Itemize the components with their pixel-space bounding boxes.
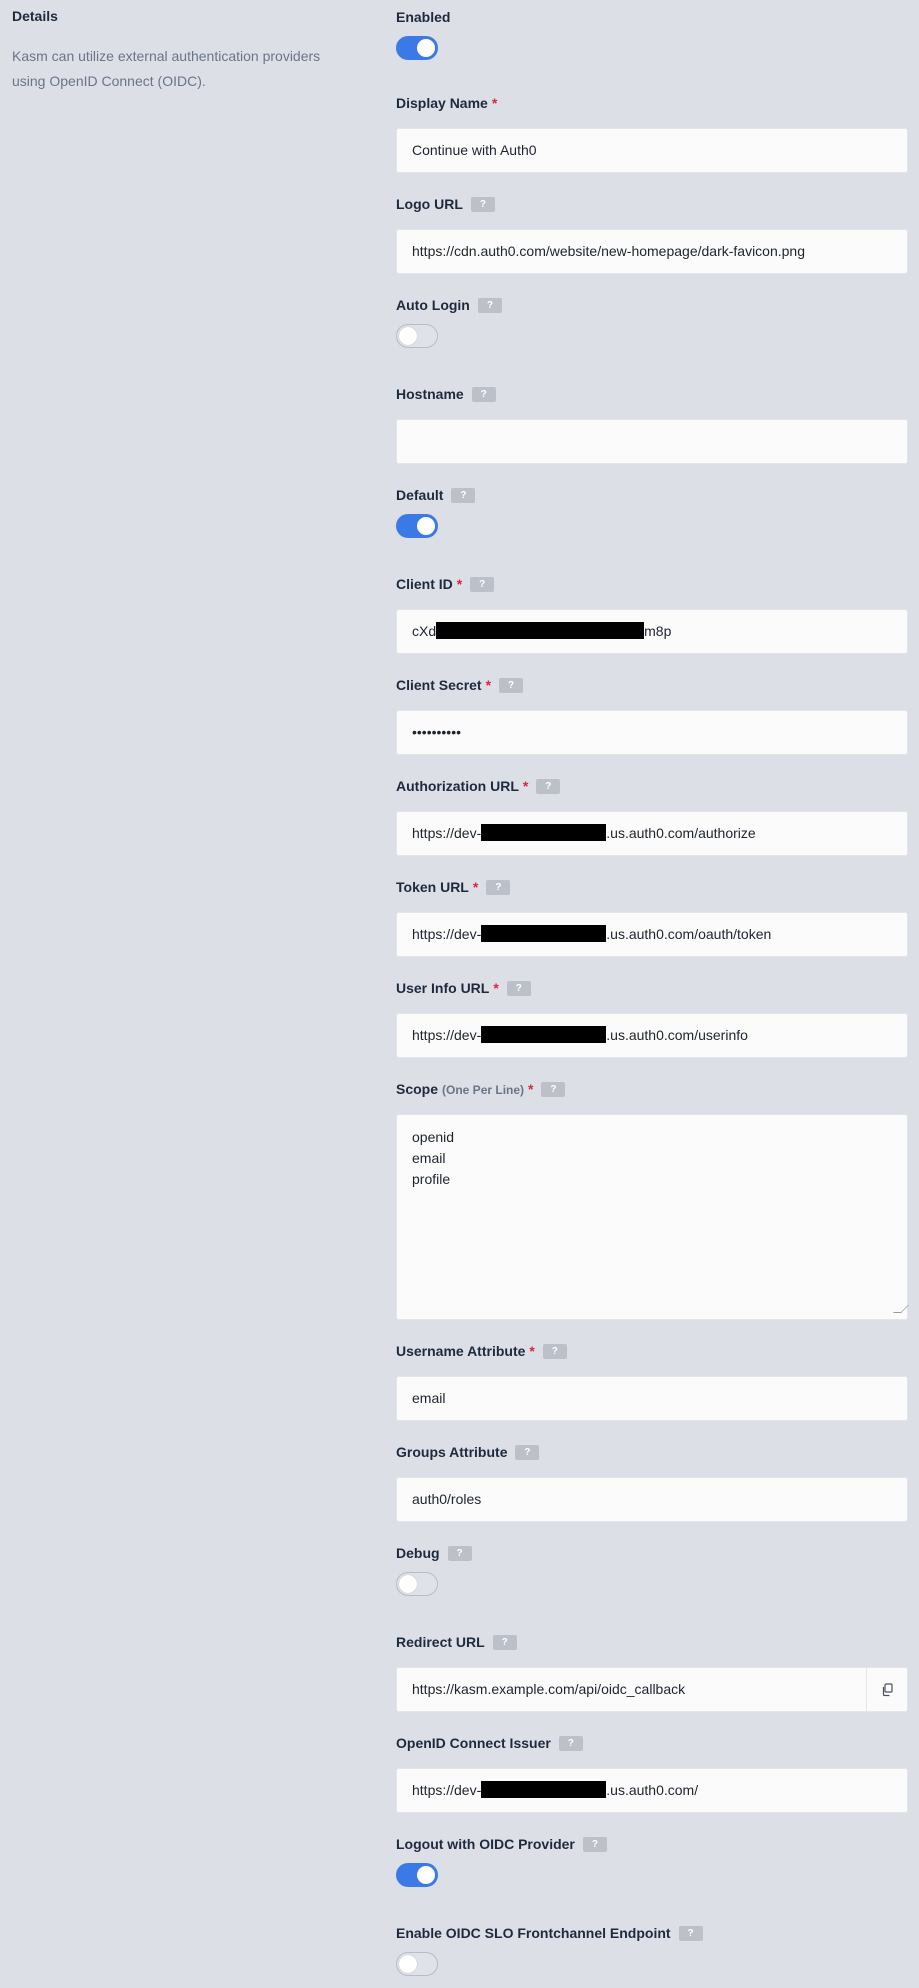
label-groups-attribute: Groups Attribute [396, 1444, 508, 1460]
help-badge[interactable]: ? [470, 576, 495, 592]
help-badge[interactable]: ? [541, 1081, 566, 1097]
label-client-secret: Client Secret [396, 677, 482, 693]
details-panel: Details Kasm can utilize external authen… [12, 8, 342, 94]
username-attribute-input[interactable]: email [396, 1376, 908, 1421]
field-username-attribute: Username Attribute * ? email [396, 1342, 908, 1421]
display-name-input[interactable]: Continue with Auth0 [396, 128, 908, 173]
label-hostname: Hostname [396, 386, 464, 402]
required-marker: * [472, 879, 479, 895]
groups-attribute-input[interactable]: auth0/roles [396, 1477, 908, 1522]
field-enabled: Enabled [396, 8, 908, 60]
hostname-input[interactable] [396, 419, 908, 464]
label-auto-login: Auto Login [396, 297, 470, 313]
label-scope: Scope (One Per Line) [396, 1081, 525, 1097]
help-badge[interactable]: ? [506, 980, 531, 996]
label-user-info-url: User Info URL [396, 980, 490, 996]
redacted-block [481, 1026, 607, 1043]
scope-line: openid [412, 1129, 455, 1145]
help-badge[interactable]: ? [515, 1444, 540, 1460]
field-logo-url: Logo URL ? https://cdn.auth0.com/website… [396, 195, 908, 274]
label-redirect-url: Redirect URL [396, 1634, 485, 1650]
scope-line: profile [412, 1171, 451, 1187]
field-hostname: Hostname ? [396, 385, 908, 464]
required-marker: * [456, 576, 463, 592]
required-marker: * [529, 1343, 535, 1359]
label-logout-oidc: Logout with OIDC Provider [396, 1836, 575, 1852]
label-authorization-url: Authorization URL [396, 778, 519, 794]
field-scope: Scope (One Per Line) * ? openid email pro… [396, 1080, 909, 1320]
required-marker: * [522, 778, 529, 794]
copy-icon [882, 1682, 893, 1696]
help-badge[interactable]: ? [678, 1925, 703, 1941]
help-badge[interactable]: ? [477, 297, 502, 313]
field-user-info-url: User Info URL * ? https://dev- .us.auth0.… [396, 979, 908, 1058]
field-default: Default ? [396, 486, 908, 538]
slo-frontchannel-toggle[interactable] [396, 1952, 438, 1976]
details-heading: Details [12, 8, 58, 24]
field-display-name: Display Name * Continue with Auth0 [396, 94, 908, 173]
user-info-url-input[interactable]: https://dev- .us.auth0.com/userinfo [396, 1013, 908, 1058]
required-marker: * [528, 1081, 534, 1097]
resize-handle-icon[interactable] [893, 1305, 909, 1313]
openid-issuer-input[interactable]: https://dev- .us.auth0.com/ [396, 1768, 908, 1813]
auto-login-toggle[interactable] [396, 324, 438, 348]
label-username-attribute: Username Attribute [396, 1343, 526, 1359]
logout-oidc-toggle[interactable] [396, 1863, 438, 1887]
label-openid-issuer: OpenID Connect Issuer [396, 1735, 551, 1751]
label-enabled: Enabled [396, 9, 451, 25]
help-badge[interactable]: ? [486, 879, 511, 895]
label-client-id: Client ID [396, 576, 453, 592]
field-openid-issuer: OpenID Connect Issuer ? https://dev- .us.… [396, 1734, 908, 1813]
label-logo-url: Logo URL [396, 196, 463, 212]
field-authorization-url: Authorization URL * ? https://dev- .us.au… [396, 777, 908, 856]
field-slo-frontchannel: Enable OIDC SLO Frontchannel Endpoint ? [396, 1924, 908, 1976]
help-badge[interactable]: ? [558, 1735, 583, 1751]
help-badge[interactable]: ? [451, 487, 476, 503]
redacted-block [481, 1781, 607, 1798]
field-logout-oidc: Logout with OIDC Provider ? [396, 1835, 908, 1887]
enabled-toggle[interactable] [396, 36, 438, 60]
field-redirect-url: Redirect URL ? https://kasm.example.com/… [396, 1633, 908, 1712]
redacted-block [481, 925, 607, 942]
default-toggle[interactable] [396, 514, 438, 538]
label-display-name: Display Name [396, 95, 488, 111]
field-token-url: Token URL * ? https://dev- .us.auth0.com/… [396, 878, 908, 957]
scope-line: email [412, 1150, 446, 1166]
required-marker: * [485, 677, 492, 693]
help-badge[interactable]: ? [536, 778, 561, 794]
scope-textarea[interactable]: openid email profile [396, 1114, 909, 1320]
logo-url-input[interactable]: https://cdn.auth0.com/website/new-homepa… [396, 229, 908, 274]
details-description: Kasm can utilize external authentication… [12, 48, 321, 89]
required-marker: * [491, 95, 498, 111]
debug-toggle[interactable] [396, 1572, 438, 1596]
field-debug: Debug ? [396, 1544, 908, 1596]
client-secret-input[interactable]: •••••••••• [396, 710, 908, 755]
token-url-input[interactable]: https://dev- .us.auth0.com/oauth/token [396, 912, 908, 957]
help-badge[interactable]: ? [582, 1836, 607, 1852]
redacted-block [436, 622, 645, 639]
field-client-id: Client ID * ? cXd m8p [396, 575, 908, 654]
help-badge[interactable]: ? [447, 1545, 472, 1561]
redirect-url-input[interactable]: https://kasm.example.com/api/oidc_callba… [396, 1667, 908, 1712]
copy-button[interactable] [866, 1668, 907, 1711]
field-auto-login: Auto Login ? [396, 296, 908, 348]
field-groups-attribute: Groups Attribute ? auth0/roles [396, 1443, 908, 1522]
help-badge[interactable]: ? [470, 196, 495, 212]
label-token-url: Token URL [396, 879, 469, 895]
help-badge[interactable]: ? [471, 386, 496, 402]
help-badge[interactable]: ? [492, 1634, 517, 1650]
required-marker: * [493, 980, 499, 996]
help-badge[interactable]: ? [542, 1343, 567, 1359]
help-badge[interactable]: ? [499, 677, 524, 693]
field-client-secret: Client Secret * ? •••••••••• [396, 676, 908, 755]
authorization-url-input[interactable]: https://dev- .us.auth0.com/authorize [396, 811, 908, 856]
label-default: Default [396, 487, 444, 503]
label-slo-frontchannel: Enable OIDC SLO Frontchannel Endpoint [396, 1925, 671, 1941]
redacted-block [481, 824, 607, 841]
scope-sublabel: (One Per Line) [442, 1083, 525, 1097]
client-id-input[interactable]: cXd m8p [396, 609, 908, 654]
label-debug: Debug [396, 1545, 440, 1561]
